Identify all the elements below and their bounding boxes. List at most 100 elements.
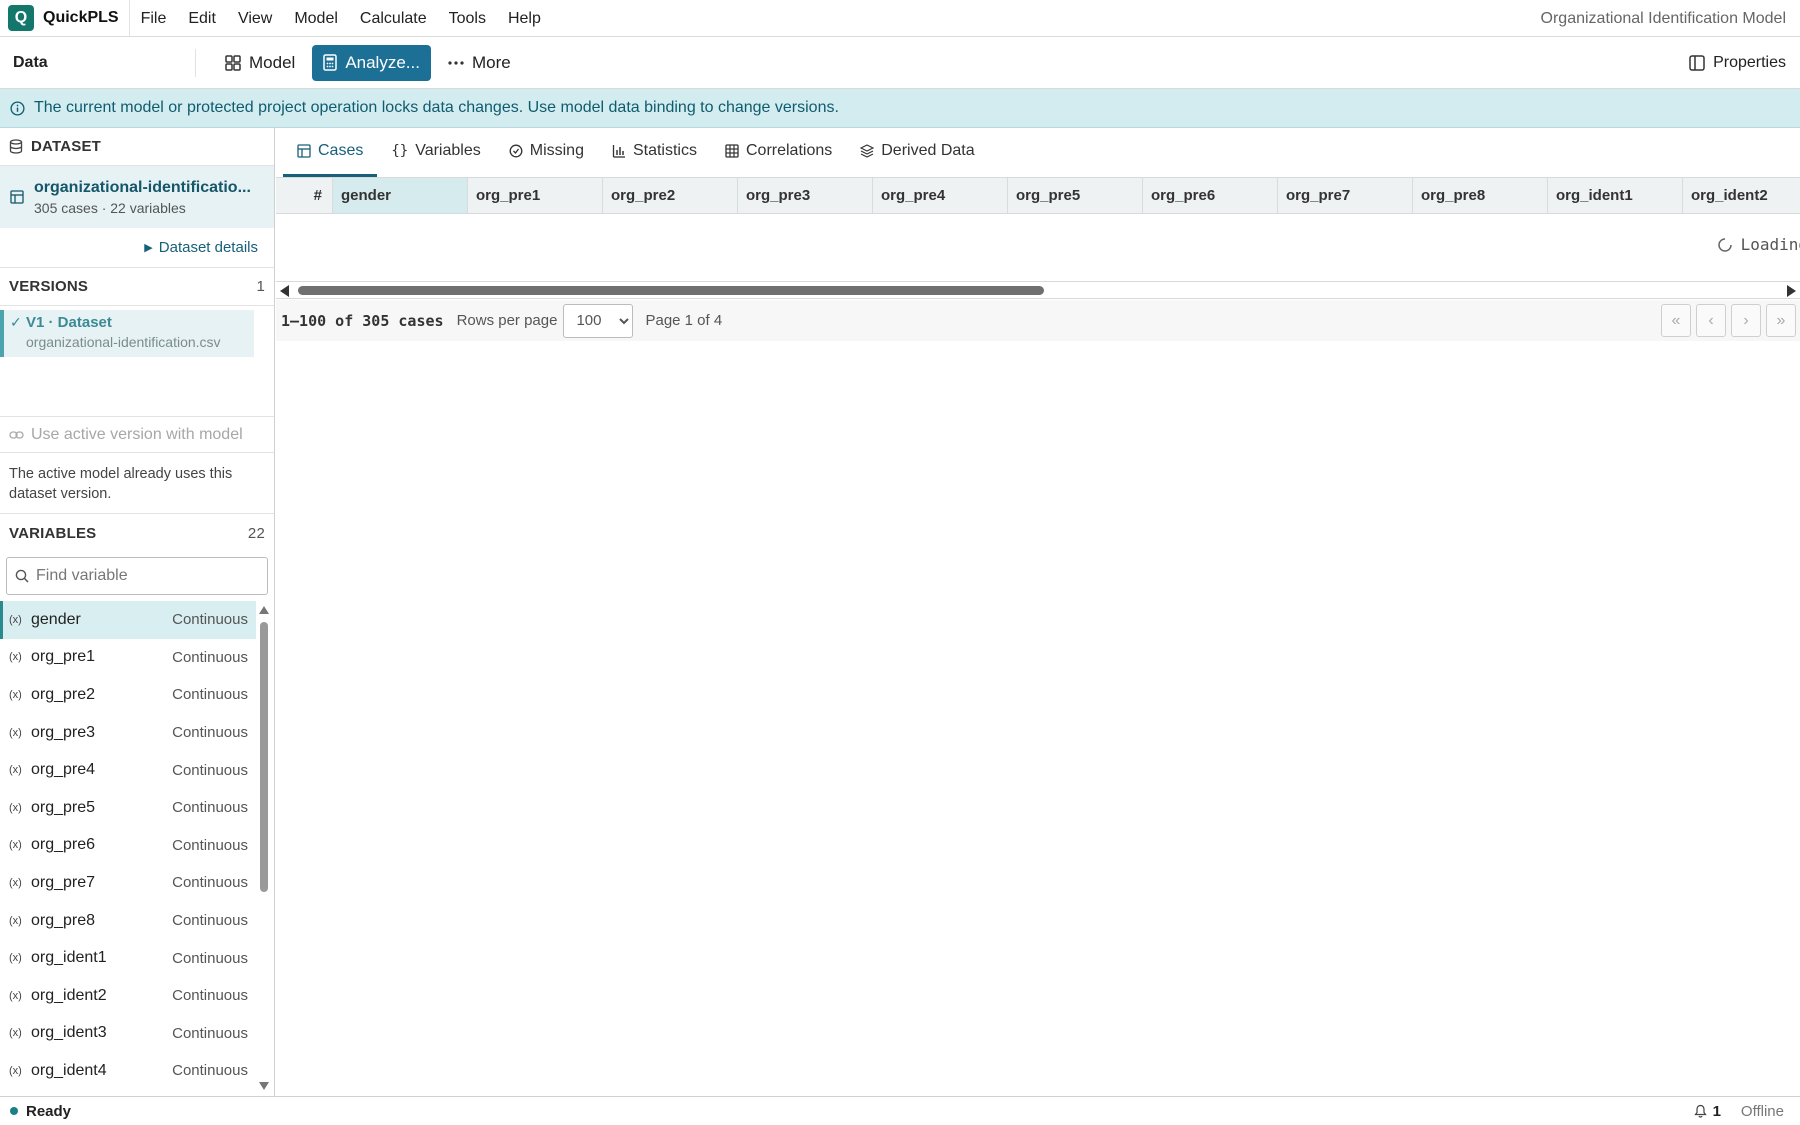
- variable-name: gender: [31, 610, 81, 628]
- column-header[interactable]: org_pre2: [603, 178, 738, 213]
- scroll-right-arrow-icon[interactable]: [1787, 285, 1796, 297]
- versions-count: 1: [256, 278, 265, 295]
- variable-row[interactable]: (x) org_pre5 Continuous: [0, 789, 256, 827]
- model-button-label: Model: [249, 52, 296, 72]
- analyze-button[interactable]: Analyze...: [312, 44, 431, 81]
- variable-row[interactable]: (x) gender Continuous: [0, 601, 256, 639]
- variable-search-input[interactable]: [36, 567, 256, 585]
- column-header[interactable]: org_ident2: [1683, 178, 1800, 213]
- variable-list-scrollbar[interactable]: [258, 604, 270, 1092]
- variable-row[interactable]: (x) org_pre8 Continuous: [0, 902, 256, 940]
- app-logo: Q: [8, 5, 34, 31]
- column-header[interactable]: org_pre8: [1413, 178, 1548, 213]
- tab-cases[interactable]: Cases: [283, 128, 378, 177]
- variable-type: Continuous: [172, 611, 248, 629]
- version-title: V1 · Dataset: [26, 314, 112, 331]
- rows-per-page-select[interactable]: 100: [563, 303, 634, 338]
- spinner-icon: [1717, 237, 1733, 253]
- connection-status: Offline: [1740, 1102, 1784, 1120]
- variable-type: Continuous: [172, 1062, 248, 1080]
- variable-row[interactable]: (x) org_pre1 Continuous: [0, 639, 256, 677]
- variable-row[interactable]: (x) org_pre2 Continuous: [0, 676, 256, 714]
- variable-row[interactable]: (x) org_ident2 Continuous: [0, 977, 256, 1015]
- dataset-heading: DATASET: [0, 128, 274, 166]
- braces-icon: {}: [391, 143, 409, 159]
- more-button[interactable]: More: [437, 45, 522, 81]
- column-header[interactable]: org_pre3: [738, 178, 873, 213]
- variable-type: Continuous: [172, 686, 248, 704]
- variable-type: Continuous: [172, 724, 248, 742]
- first-page-button[interactable]: «: [1661, 304, 1691, 337]
- menu-edit[interactable]: Edit: [177, 0, 227, 37]
- table-horizontal-scrollbar[interactable]: [276, 281, 1800, 299]
- column-header[interactable]: org_pre7: [1278, 178, 1413, 213]
- menu-calculate[interactable]: Calculate: [349, 0, 438, 37]
- bell-icon[interactable]: [1693, 1104, 1707, 1118]
- tab-missing[interactable]: Missing: [495, 128, 598, 177]
- notification-count[interactable]: 1: [1713, 1103, 1721, 1120]
- dataset-details-toggle[interactable]: ▶ Dataset details: [0, 228, 274, 268]
- menu-view[interactable]: View: [227, 0, 283, 37]
- window-title: Organizational Identification Model: [1540, 10, 1786, 27]
- variable-name: org_pre7: [31, 873, 96, 891]
- pagination-bar: 1–100 of 305 cases Rows per page 100 Pag…: [276, 300, 1800, 341]
- tab-cases-label: Cases: [318, 142, 364, 159]
- scroll-thumb[interactable]: [298, 286, 1044, 295]
- menu-file[interactable]: File: [130, 0, 178, 37]
- model-button[interactable]: Model: [214, 45, 306, 81]
- scroll-up-arrow-icon[interactable]: [259, 606, 269, 614]
- last-page-button[interactable]: »: [1766, 304, 1796, 337]
- variable-row[interactable]: (x) org_ident1 Continuous: [0, 939, 256, 977]
- menu-tools[interactable]: Tools: [438, 0, 497, 37]
- previous-page-button[interactable]: ‹: [1696, 304, 1726, 337]
- data-tabs: Cases {} Variables Missing Statistics Co…: [276, 128, 1800, 177]
- properties-button[interactable]: Properties: [1689, 45, 1786, 81]
- column-header[interactable]: org_pre5: [1008, 178, 1143, 213]
- tab-statistics[interactable]: Statistics: [598, 128, 711, 177]
- scroll-down-arrow-icon[interactable]: [259, 1082, 269, 1090]
- variables-heading-label: VARIABLES: [9, 524, 97, 542]
- variable-type: Continuous: [172, 949, 248, 967]
- scroll-left-arrow-icon[interactable]: [280, 285, 289, 297]
- menu-model[interactable]: Model: [283, 0, 349, 37]
- variable-icon: (x): [9, 914, 22, 927]
- next-page-button[interactable]: ›: [1731, 304, 1761, 337]
- column-header[interactable]: org_pre1: [468, 178, 603, 213]
- variable-row[interactable]: (x) org_ident3 Continuous: [0, 1015, 256, 1053]
- scroll-thumb[interactable]: [260, 622, 268, 892]
- dataset-card[interactable]: organizational-identificatio... 305 case…: [0, 166, 274, 228]
- column-header[interactable]: org_ident1: [1548, 178, 1683, 213]
- tab-variables[interactable]: {} Variables: [377, 128, 494, 177]
- use-active-version-button[interactable]: Use active version with model: [0, 416, 274, 453]
- variable-icon: (x): [9, 989, 22, 1002]
- variable-name: org_pre2: [31, 685, 96, 703]
- triangle-right-icon: ▶: [144, 242, 153, 254]
- loading-indicator: Loading: [1717, 235, 1800, 254]
- column-header[interactable]: gender: [333, 178, 468, 213]
- tab-derived-data[interactable]: Derived Data: [846, 128, 988, 177]
- variable-row[interactable]: (x) org_ident4 Continuous: [0, 1052, 256, 1090]
- check-icon: ✓: [10, 314, 22, 330]
- variable-type: Continuous: [172, 1024, 248, 1042]
- active-version-note: The active model already uses this datas…: [9, 466, 233, 502]
- brand: Q QuickPLS: [0, 0, 130, 37]
- variable-type: Continuous: [172, 987, 248, 1005]
- tab-correlations[interactable]: Correlations: [711, 128, 846, 177]
- variable-search[interactable]: [6, 557, 268, 595]
- variable-row[interactable]: (x) org_pre3 Continuous: [0, 714, 256, 752]
- variables-heading: VARIABLES 22: [0, 514, 274, 552]
- column-header[interactable]: org_pre6: [1143, 178, 1278, 213]
- variable-icon: (x): [9, 876, 22, 889]
- version-item[interactable]: ✓ V1 · Dataset organizational-identifica…: [0, 310, 254, 357]
- search-icon: [15, 569, 29, 583]
- variable-row[interactable]: (x) org_pre7 Continuous: [0, 864, 256, 902]
- variable-row[interactable]: (x) org_pre4 Continuous: [0, 751, 256, 789]
- variable-row[interactable]: (x) org_pre6 Continuous: [0, 827, 256, 865]
- table-icon: [10, 190, 24, 204]
- link-icon: [9, 430, 24, 440]
- menu-help[interactable]: Help: [497, 0, 552, 37]
- column-header[interactable]: org_pre4: [873, 178, 1008, 213]
- toolbar-section-label: Data: [0, 48, 196, 77]
- info-banner: The current model or protected project o…: [0, 89, 1800, 128]
- variable-icon: (x): [9, 726, 22, 739]
